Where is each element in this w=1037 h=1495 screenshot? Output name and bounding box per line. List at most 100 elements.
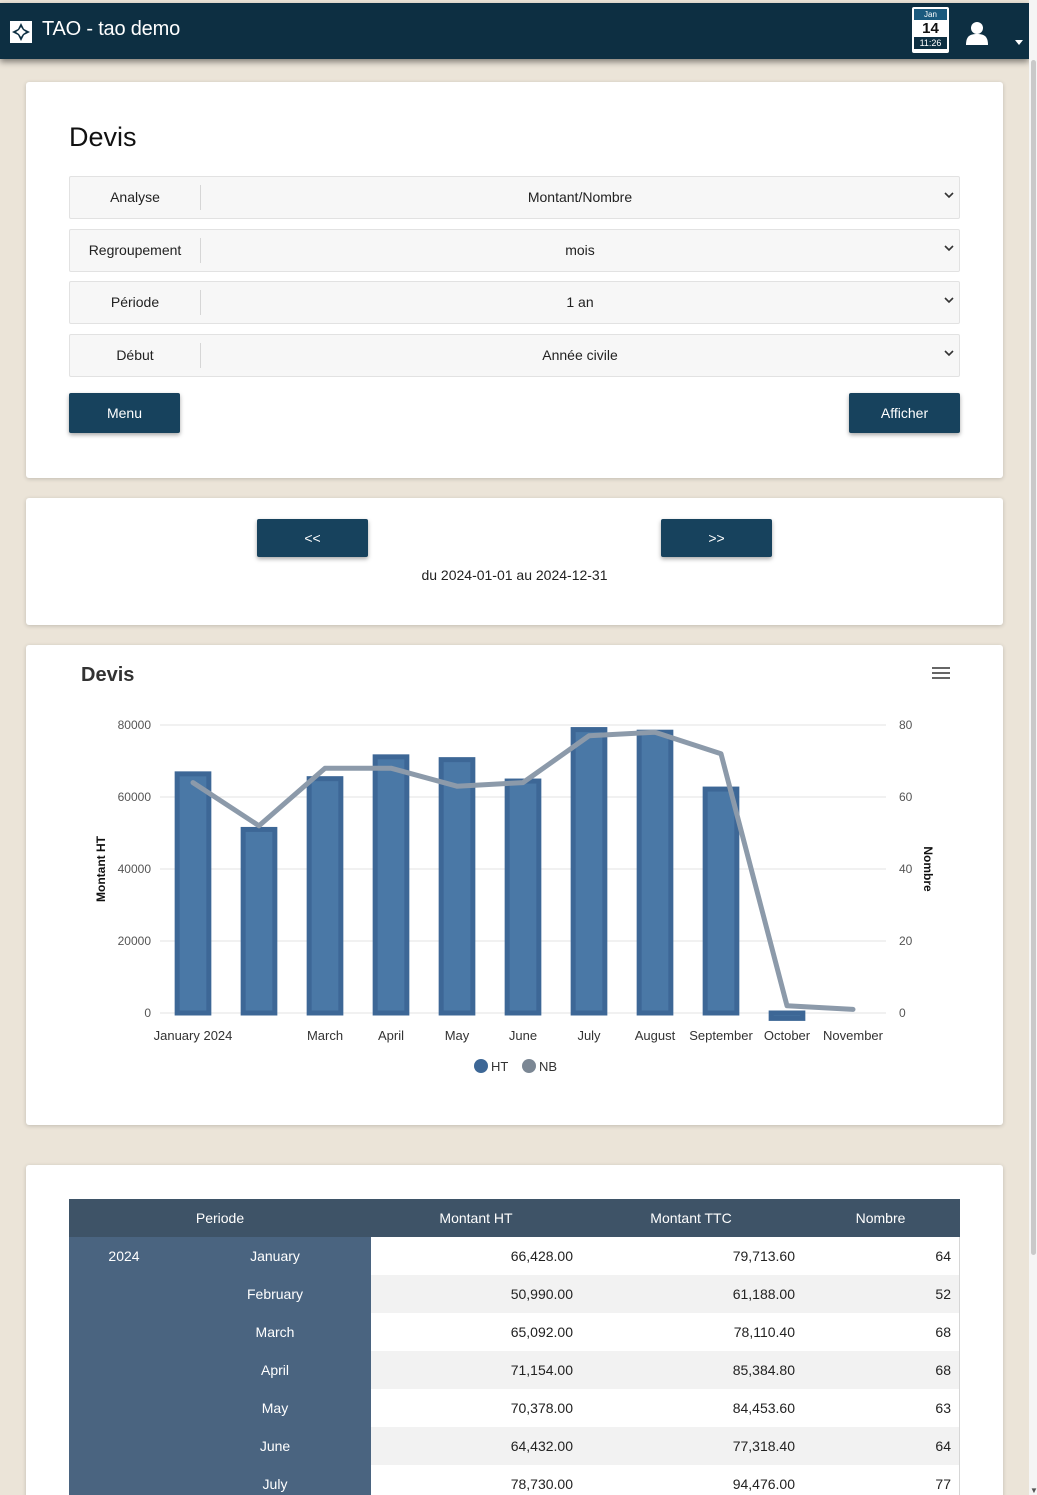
- period-month: February: [246, 1286, 304, 1302]
- y2-axis-title: Nombre: [921, 846, 935, 892]
- cell-montant-ttc: 79,713.60: [732, 1248, 795, 1264]
- y-axis-title: Montant HT: [94, 835, 108, 902]
- cell-nombre: 63: [935, 1400, 951, 1416]
- cell-nombre: 68: [935, 1362, 951, 1378]
- table-right-border: [959, 1237, 960, 1495]
- legend-nb-marker: [522, 1059, 536, 1073]
- y-tick-label: 60000: [118, 790, 152, 804]
- bar-7: [570, 727, 608, 1016]
- y2-tick-label: 60: [899, 790, 913, 804]
- user-icon[interactable]: [966, 21, 988, 45]
- x-tick-label: March: [307, 1028, 343, 1043]
- cell-nombre: 64: [935, 1438, 951, 1454]
- periode-row: Période 1 an: [69, 281, 960, 324]
- period-month: May: [261, 1400, 289, 1416]
- calendar-day: 14: [922, 20, 939, 37]
- tao-logo-icon[interactable]: [10, 21, 32, 43]
- cell-montant-ht: 50,990.00: [510, 1286, 573, 1302]
- x-tick-label: September: [689, 1028, 753, 1043]
- cell-montant-ttc: 94,476.00: [732, 1476, 795, 1492]
- filter-card: Devis Analyse Montant/Nombre Regroupemen…: [26, 82, 1003, 478]
- chevron-down-icon: [944, 350, 954, 357]
- y2-tick-label: 40: [899, 862, 913, 876]
- calendar-month: Jan: [914, 9, 947, 20]
- x-tick-label: June: [509, 1028, 537, 1043]
- analyse-label: Analyse: [110, 189, 160, 205]
- period-month: April: [260, 1362, 289, 1378]
- next-period-button[interactable]: >>: [661, 519, 772, 557]
- legend-ht-label: HT: [491, 1059, 508, 1074]
- x-tick-label: July: [577, 1028, 601, 1043]
- cell-montant-ttc: 78,110.40: [733, 1324, 795, 1340]
- chevron-down-icon: [944, 192, 954, 199]
- chevron-down-icon: [944, 297, 954, 304]
- debut-select[interactable]: Année civile: [201, 335, 959, 376]
- bar-4: [372, 754, 410, 1016]
- x-tick-label: October: [764, 1028, 811, 1043]
- chart-card: Devis 0 20000 40000 60000 80000 0 20 40 60 80 Mont…: [26, 645, 1003, 1125]
- menu-button[interactable]: Menu: [69, 393, 180, 433]
- previous-period-button[interactable]: <<: [257, 519, 368, 557]
- table-card: Periode Montant HT Montant TTC Nombre 20…: [26, 1165, 1003, 1495]
- periode-select[interactable]: 1 an: [201, 282, 959, 323]
- cell-montant-ht: 65,092.00: [510, 1324, 573, 1340]
- y-tick-label: 20000: [118, 934, 152, 948]
- afficher-button[interactable]: Afficher: [849, 393, 960, 433]
- bar-2: [240, 826, 278, 1016]
- cell-montant-ttc: 84,453.60: [732, 1400, 795, 1416]
- header-periode[interactable]: Periode: [69, 1199, 371, 1237]
- cell-nombre: 64: [935, 1248, 951, 1264]
- table-row[interactable]: 70,378.00 84,453.60 63: [371, 1389, 960, 1427]
- y-tick-label: 40000: [118, 862, 152, 876]
- app-title: TAO - tao demo: [42, 18, 180, 40]
- bar-9: [702, 786, 740, 1016]
- period-month: March: [255, 1324, 295, 1340]
- period-year: 2024: [108, 1248, 140, 1264]
- table-header: Periode Montant HT Montant TTC Nombre: [69, 1199, 960, 1237]
- regroupement-label: Regroupement: [88, 242, 182, 258]
- table-row[interactable]: 78,730.00 94,476.00 77: [371, 1465, 960, 1495]
- table-row[interactable]: 65,092.00 78,110.40 68: [371, 1313, 960, 1351]
- calendar-icon[interactable]: Jan 14 11:26: [912, 7, 949, 53]
- page-title: Devis: [69, 122, 137, 152]
- y2-tick-label: 20: [899, 934, 913, 948]
- bar-10: [768, 1010, 806, 1021]
- table-row[interactable]: 71,154.00 85,384.80 68: [371, 1351, 960, 1389]
- x-tick-label: November: [823, 1028, 884, 1043]
- debut-label: Début: [116, 347, 154, 363]
- regroupement-select[interactable]: mois: [201, 230, 959, 271]
- header-nombre[interactable]: Nombre: [801, 1199, 960, 1237]
- y2-tick-label: 80: [899, 718, 913, 732]
- scroll-down-arrow-icon[interactable]: ▼: [1030, 1486, 1037, 1495]
- analyse-select[interactable]: Montant/Nombre: [201, 177, 959, 218]
- x-tick-label: January 2024: [154, 1028, 233, 1043]
- legend-ht-marker: [474, 1059, 488, 1073]
- cell-montant-ht: 66,428.00: [510, 1248, 573, 1264]
- period-month: January: [250, 1248, 300, 1264]
- period-month: June: [259, 1438, 291, 1454]
- cell-montant-ht: 71,154.00: [510, 1362, 573, 1378]
- x-tick-label: May: [445, 1028, 470, 1043]
- header-montant-ttc[interactable]: Montant TTC: [581, 1199, 801, 1237]
- x-tick-label: August: [635, 1028, 676, 1043]
- chevron-down-icon: [944, 245, 954, 252]
- regroupement-row: Regroupement mois: [69, 229, 960, 272]
- table-row[interactable]: 64,432.00 77,318.40 64: [371, 1427, 960, 1465]
- calendar-time: 11:26: [914, 37, 947, 49]
- cell-montant-ht: 64,432.00: [510, 1438, 573, 1454]
- table-row[interactable]: 50,990.00 61,188.00 52: [371, 1275, 960, 1313]
- bar-3: [306, 776, 344, 1016]
- legend-nb-label: NB: [539, 1059, 557, 1074]
- header-montant-ht[interactable]: Montant HT: [371, 1199, 581, 1237]
- cell-nombre: 68: [935, 1324, 951, 1340]
- bar-8: [636, 729, 674, 1016]
- period-nav-card: << >> du 2024-01-01 au 2024-12-31: [26, 498, 1003, 625]
- table-row[interactable]: 66,428.00 79,713.60 64: [371, 1237, 960, 1275]
- analyse-row: Analyse Montant/Nombre: [69, 176, 960, 219]
- page-scrollbar-thumb[interactable]: [1031, 60, 1036, 1255]
- periode-label: Période: [110, 294, 160, 310]
- cell-montant-ttc: 61,188.00: [732, 1286, 795, 1302]
- period-range-text: du 2024-01-01 au 2024-12-31: [421, 567, 608, 583]
- user-menu-caret-icon[interactable]: [1015, 40, 1023, 45]
- cell-montant-ttc: 85,384.80: [732, 1362, 795, 1378]
